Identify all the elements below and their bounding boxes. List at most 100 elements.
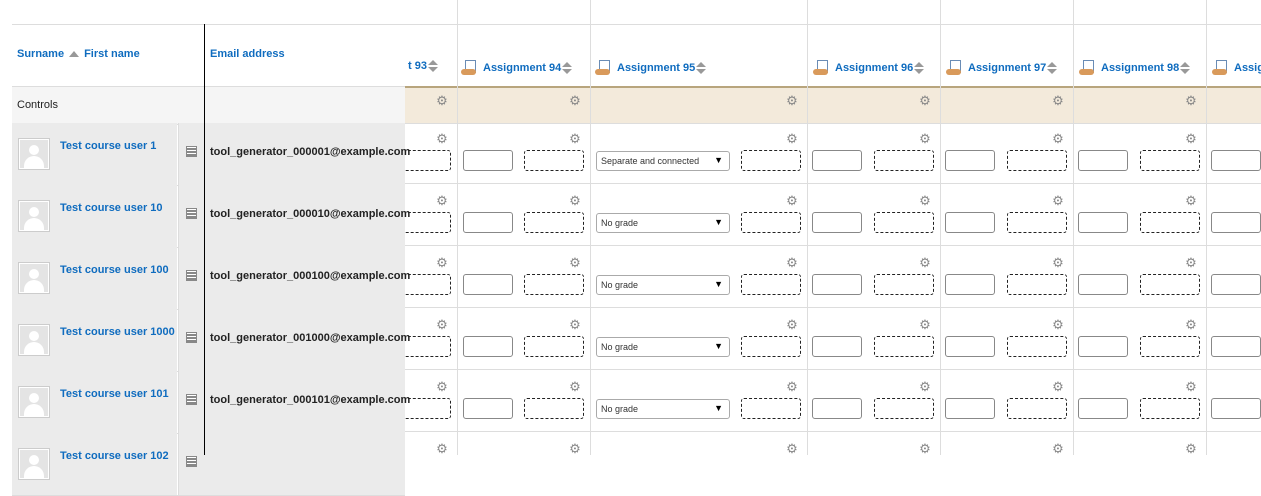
gear-icon[interactable]: ⚙ [786,380,798,393]
column-header-96[interactable]: Assignment 96 [813,60,925,76]
column-header-label[interactable]: Assignment 96 [835,62,913,74]
grade-input[interactable] [1211,274,1261,295]
user-name-link[interactable]: Test course user 1000 [60,326,175,338]
feedback-field[interactable] [1007,212,1067,233]
avatar[interactable] [18,448,50,480]
firstname-sort-link[interactable]: First name [84,48,140,60]
grade-input[interactable] [463,398,513,419]
gear-icon[interactable]: ⚙ [919,318,931,331]
feedback-field[interactable] [874,398,934,419]
grade-input[interactable] [945,336,995,357]
grade-input[interactable] [945,274,995,295]
column-header-94[interactable]: Assignment 94 [461,60,573,76]
gear-icon[interactable]: ⚙ [436,442,448,455]
column-header-97[interactable]: Assignment 97 [946,60,1058,76]
grade-input[interactable] [1078,212,1128,233]
feedback-field[interactable] [1140,274,1200,295]
user-report-icon[interactable] [186,456,197,467]
feedback-field[interactable] [1007,336,1067,357]
feedback-field[interactable] [874,274,934,295]
column-header-93[interactable]: t 93 [408,60,438,73]
grade-select[interactable]: No grade ▼ [596,275,730,295]
gear-icon[interactable]: ⚙ [786,194,798,207]
grade-input[interactable] [1078,150,1128,171]
gear-icon[interactable]: ⚙ [1052,442,1064,455]
grade-select[interactable]: No grade ▼ [596,399,730,419]
gear-icon[interactable]: ⚙ [1052,132,1064,145]
grade-input[interactable] [1211,398,1261,419]
grade-input[interactable] [812,398,862,419]
name-sort-header[interactable]: Surname First name [17,48,140,60]
grade-select[interactable]: No grade ▼ [596,213,730,233]
feedback-field[interactable] [1140,336,1200,357]
gear-icon[interactable]: ⚙ [569,132,581,145]
user-name-link[interactable]: Test course user 101 [60,388,169,400]
sort-icon[interactable] [696,62,707,74]
grade-input[interactable] [1078,336,1128,357]
gear-icon[interactable]: ⚙ [786,94,798,107]
feedback-field[interactable] [741,150,801,171]
user-name-link[interactable]: Test course user 102 [60,450,169,462]
column-header-label[interactable]: Assignment 98 [1101,62,1179,74]
sort-ascending-icon[interactable] [69,50,80,57]
user-report-icon[interactable] [186,146,197,157]
user-report-icon[interactable] [186,208,197,219]
grade-input[interactable] [463,150,513,171]
grade-input[interactable] [1211,336,1261,357]
column-header-99[interactable]: Assig [1212,60,1261,76]
grade-input[interactable] [1078,398,1128,419]
column-header-label[interactable]: Assig [1234,62,1261,74]
feedback-field[interactable] [874,212,934,233]
feedback-field[interactable] [524,150,584,171]
gear-icon[interactable]: ⚙ [919,256,931,269]
feedback-field[interactable] [874,336,934,357]
avatar[interactable] [18,386,50,418]
avatar[interactable] [18,200,50,232]
column-header-label[interactable]: Assignment 95 [617,62,695,74]
user-report-icon[interactable] [186,394,197,405]
gear-icon[interactable]: ⚙ [436,194,448,207]
user-name-link[interactable]: Test course user 100 [60,264,169,276]
gear-icon[interactable]: ⚙ [1185,94,1197,107]
user-report-icon[interactable] [186,270,197,281]
sort-icon[interactable] [1047,62,1058,74]
sort-icon[interactable] [1180,62,1191,74]
grade-input[interactable] [945,212,995,233]
gear-icon[interactable]: ⚙ [569,194,581,207]
gear-icon[interactable]: ⚙ [436,380,448,393]
feedback-field[interactable] [1140,212,1200,233]
grade-input[interactable] [463,274,513,295]
gear-icon[interactable]: ⚙ [1052,380,1064,393]
feedback-field[interactable] [741,398,801,419]
gear-icon[interactable]: ⚙ [1185,318,1197,331]
email-sort-link[interactable]: Email address [210,48,285,60]
gear-icon[interactable]: ⚙ [436,318,448,331]
gear-icon[interactable]: ⚙ [569,318,581,331]
feedback-field[interactable] [1007,274,1067,295]
gear-icon[interactable]: ⚙ [786,256,798,269]
user-name-link[interactable]: Test course user 10 [60,202,163,214]
user-report-icon[interactable] [186,332,197,343]
gear-icon[interactable]: ⚙ [919,132,931,145]
gear-icon[interactable]: ⚙ [569,380,581,393]
gear-icon[interactable]: ⚙ [569,94,581,107]
gear-icon[interactable]: ⚙ [919,380,931,393]
gear-icon[interactable]: ⚙ [786,318,798,331]
grade-input[interactable] [1078,274,1128,295]
gear-icon[interactable]: ⚙ [1185,442,1197,455]
grade-select[interactable]: Separate and connected ▼ [596,151,730,171]
gear-icon[interactable]: ⚙ [1052,94,1064,107]
gear-icon[interactable]: ⚙ [919,194,931,207]
gear-icon[interactable]: ⚙ [1185,194,1197,207]
gear-icon[interactable]: ⚙ [919,442,931,455]
feedback-field[interactable] [1140,398,1200,419]
column-header-label[interactable]: t 93 [408,60,427,72]
grade-input[interactable] [812,274,862,295]
feedback-field[interactable] [524,336,584,357]
grade-input[interactable] [945,398,995,419]
feedback-field[interactable] [741,336,801,357]
sort-icon[interactable] [427,60,438,73]
column-header-label[interactable]: Assignment 97 [968,62,1046,74]
grade-input[interactable] [812,150,862,171]
gear-icon[interactable]: ⚙ [786,132,798,145]
